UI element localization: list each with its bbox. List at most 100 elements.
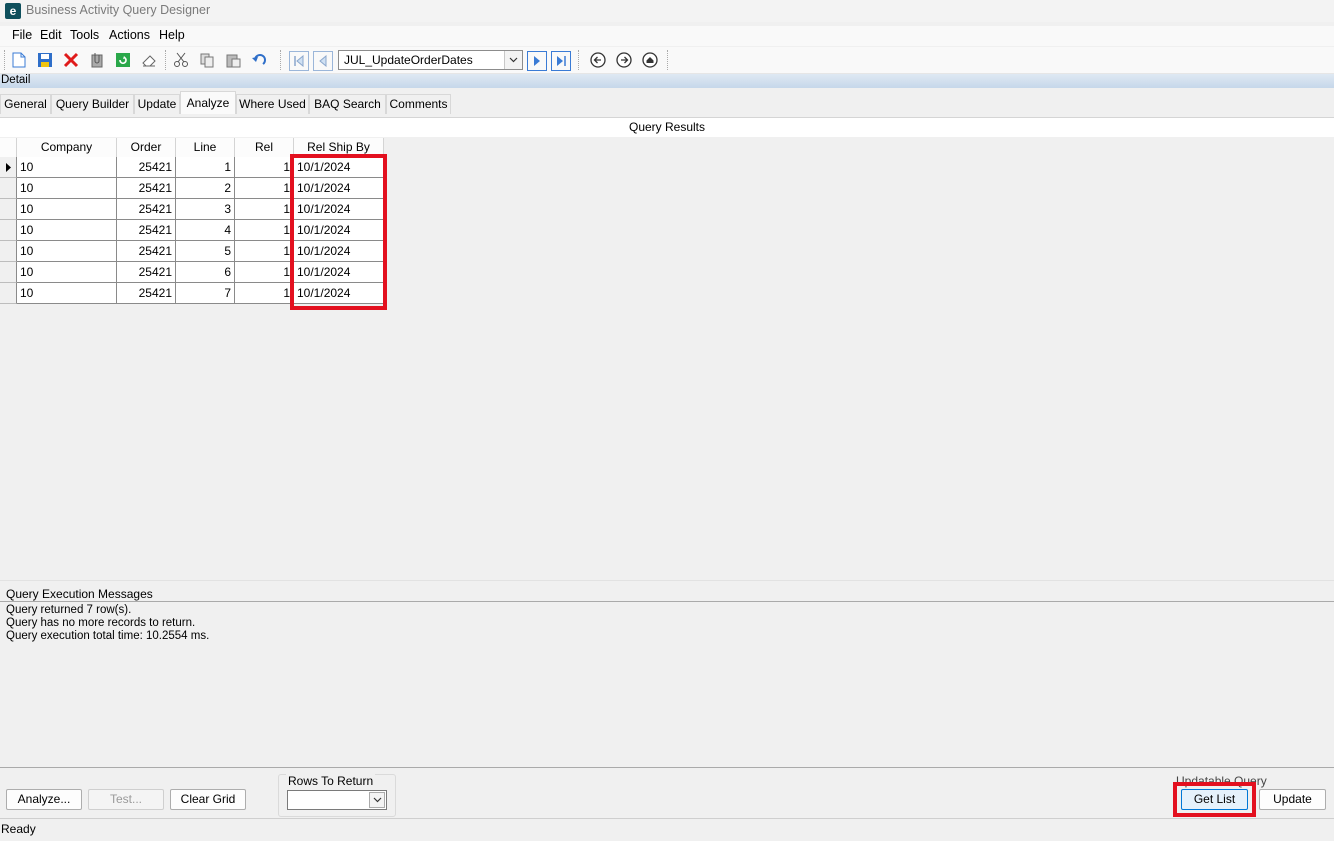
- row-selector[interactable]: [0, 283, 17, 304]
- tab-analyze[interactable]: Analyze: [180, 91, 236, 114]
- eraser-icon[interactable]: [140, 51, 158, 69]
- undo-icon[interactable]: [250, 51, 268, 69]
- menu-tools[interactable]: Tools: [70, 28, 99, 42]
- home-icon[interactable]: [641, 51, 659, 69]
- cell-rel-ship-by[interactable]: 10/1/2024: [294, 199, 384, 220]
- cell-rel[interactable]: 1: [235, 178, 294, 199]
- column-header-order[interactable]: Order: [117, 138, 176, 157]
- app-logo-icon: e: [5, 3, 21, 19]
- messages-title: Query Execution Messages: [6, 587, 153, 601]
- cell-order[interactable]: 25421: [117, 241, 176, 262]
- tab-strip: General Query Builder Update Analyze Whe…: [0, 91, 1334, 115]
- delete-icon[interactable]: [62, 51, 80, 69]
- row-selector[interactable]: [0, 220, 17, 241]
- message-line: Query has no more records to return.: [6, 617, 196, 629]
- chevron-down-icon[interactable]: [369, 792, 385, 808]
- menu-help[interactable]: Help: [159, 28, 185, 42]
- messages-box: Query returned 7 row(s). Query has no mo…: [0, 601, 1334, 768]
- tab-update[interactable]: Update: [134, 94, 180, 114]
- cell-order[interactable]: 25421: [117, 283, 176, 304]
- cell-company[interactable]: 10: [17, 178, 117, 199]
- tab-comments[interactable]: Comments: [386, 94, 451, 114]
- cell-company[interactable]: 10: [17, 199, 117, 220]
- message-line: Query returned 7 row(s).: [6, 604, 132, 616]
- analyze-button[interactable]: Analyze...: [6, 789, 82, 810]
- toolbar-grip: [4, 50, 7, 70]
- query-results-panel: Query Results Company Order Line Rel Rel…: [0, 117, 1334, 579]
- cell-line[interactable]: 4: [176, 220, 235, 241]
- tab-baq-search[interactable]: BAQ Search: [309, 94, 386, 114]
- cell-line[interactable]: 1: [176, 157, 235, 178]
- tab-general[interactable]: General: [0, 94, 51, 114]
- first-record-icon[interactable]: [289, 51, 309, 71]
- update-button[interactable]: Update: [1259, 789, 1326, 810]
- cell-line[interactable]: 2: [176, 178, 235, 199]
- menu-file[interactable]: File: [12, 28, 32, 42]
- cell-rel[interactable]: 1: [235, 241, 294, 262]
- cell-order[interactable]: 25421: [117, 157, 176, 178]
- query-selector[interactable]: JUL_UpdateOrderDates: [338, 50, 523, 70]
- cut-icon[interactable]: [172, 51, 190, 69]
- cell-rel-ship-by[interactable]: 10/1/2024: [294, 157, 384, 178]
- back-icon[interactable]: [589, 51, 607, 69]
- chevron-down-icon[interactable]: [504, 51, 522, 69]
- tab-query-builder[interactable]: Query Builder: [51, 94, 134, 114]
- row-selector[interactable]: [0, 157, 17, 178]
- test-button[interactable]: Test...: [88, 789, 164, 810]
- column-header-line[interactable]: Line: [176, 138, 235, 157]
- cell-rel-ship-by[interactable]: 10/1/2024: [294, 241, 384, 262]
- column-header-company[interactable]: Company: [17, 138, 117, 157]
- toolbar: JUL_UpdateOrderDates: [0, 47, 1334, 74]
- last-record-icon[interactable]: [551, 51, 571, 71]
- cell-company[interactable]: 10: [17, 283, 117, 304]
- clear-grid-button[interactable]: Clear Grid: [170, 789, 246, 810]
- toolbar-separator: [578, 50, 581, 70]
- cell-company[interactable]: 10: [17, 241, 117, 262]
- refresh-icon[interactable]: [114, 51, 132, 69]
- cell-line[interactable]: 3: [176, 199, 235, 220]
- cell-rel-ship-by[interactable]: 10/1/2024: [294, 262, 384, 283]
- cell-line[interactable]: 5: [176, 241, 235, 262]
- cell-rel[interactable]: 1: [235, 157, 294, 178]
- paste-icon[interactable]: [224, 51, 242, 69]
- copy-icon[interactable]: [198, 51, 216, 69]
- attach-icon[interactable]: [88, 51, 106, 69]
- rows-to-return-select[interactable]: [287, 790, 387, 810]
- status-bar: Ready: [0, 818, 1334, 841]
- cell-line[interactable]: 7: [176, 283, 235, 304]
- cell-rel[interactable]: 1: [235, 262, 294, 283]
- cell-rel[interactable]: 1: [235, 199, 294, 220]
- menu-actions[interactable]: Actions: [109, 28, 150, 42]
- cell-order[interactable]: 25421: [117, 178, 176, 199]
- row-selector[interactable]: [0, 199, 17, 220]
- cell-order[interactable]: 25421: [117, 262, 176, 283]
- get-list-button[interactable]: Get List: [1181, 789, 1248, 810]
- cell-rel[interactable]: 1: [235, 220, 294, 241]
- toolbar-separator: [667, 50, 670, 70]
- rows-to-return-label: Rows To Return: [286, 774, 376, 788]
- tab-where-used[interactable]: Where Used: [236, 94, 309, 114]
- cell-company[interactable]: 10: [17, 157, 117, 178]
- status-text: Ready: [1, 822, 36, 836]
- cell-rel-ship-by[interactable]: 10/1/2024: [294, 283, 384, 304]
- cell-company[interactable]: 10: [17, 262, 117, 283]
- cell-order[interactable]: 25421: [117, 199, 176, 220]
- cell-rel-ship-by[interactable]: 10/1/2024: [294, 220, 384, 241]
- new-icon[interactable]: [10, 51, 28, 69]
- cell-company[interactable]: 10: [17, 220, 117, 241]
- column-header-rel[interactable]: Rel: [235, 138, 294, 157]
- cell-rel[interactable]: 1: [235, 283, 294, 304]
- cell-line[interactable]: 6: [176, 262, 235, 283]
- menu-bar: File Edit Tools Actions Help: [0, 26, 1334, 46]
- row-selector[interactable]: [0, 178, 17, 199]
- cell-order[interactable]: 25421: [117, 220, 176, 241]
- forward-icon[interactable]: [615, 51, 633, 69]
- previous-record-icon[interactable]: [313, 51, 333, 71]
- next-record-icon[interactable]: [527, 51, 547, 71]
- cell-rel-ship-by[interactable]: 10/1/2024: [294, 178, 384, 199]
- row-selector[interactable]: [0, 241, 17, 262]
- menu-edit[interactable]: Edit: [40, 28, 62, 42]
- save-icon[interactable]: [36, 51, 54, 69]
- row-selector[interactable]: [0, 262, 17, 283]
- column-header-rel-ship-by[interactable]: Rel Ship By: [294, 138, 384, 157]
